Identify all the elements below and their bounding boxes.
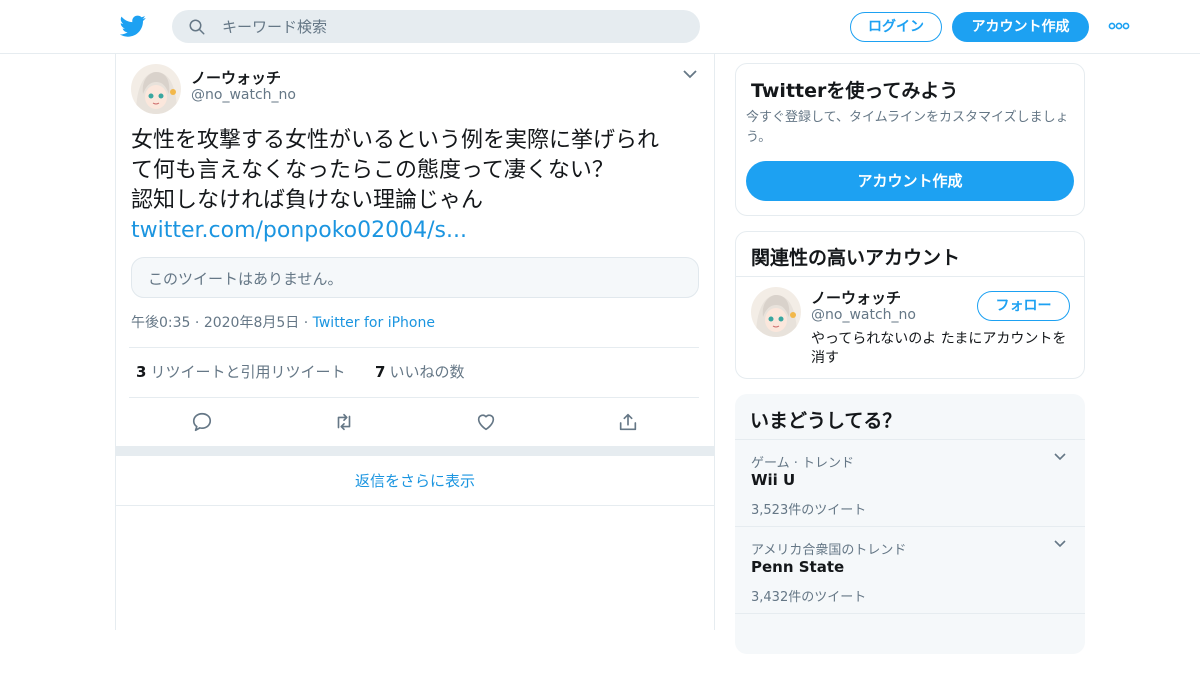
login-button[interactable]: ログイン [850, 12, 942, 42]
meta-separator: · [303, 315, 313, 331]
top-navigation-bar: ログイン アカウント作成 [0, 0, 1200, 54]
tweet-time[interactable]: 午後0:35 [131, 315, 190, 331]
divider [129, 347, 699, 348]
tweet-link[interactable]: twitter.com/ponpoko02004/s... [131, 218, 467, 243]
related-account-handle[interactable]: @no_watch_no [811, 307, 916, 323]
section-divider [116, 446, 714, 456]
related-account-bio: やってられないのよ たまにアカウントを消す [811, 331, 1067, 366]
related-accounts-card: 関連性の高いアカウント ノーウォッチ @no_watch_no フォロー やって… [735, 231, 1085, 379]
like-stat[interactable]: 7 いいねの数 [375, 363, 464, 381]
like-heart-icon[interactable] [475, 411, 497, 433]
tweet-text-line: 認知しなければ負けない理論じゃん [131, 188, 484, 213]
trend-item[interactable]: ゲーム · トレンド Wii U 3,523件のツイート [735, 439, 1085, 526]
meta-separator: · [194, 315, 204, 331]
author-handle[interactable]: @no_watch_no [191, 87, 296, 103]
signup-card-title: Twitterを使ってみよう [751, 80, 959, 102]
trend-tweet-count: 3,432件のツイート [751, 590, 867, 605]
search-bar[interactable] [172, 10, 700, 43]
more-options-icon[interactable] [1108, 20, 1130, 32]
trend-category: ゲーム · トレンド [751, 456, 855, 471]
tweet-text-line: て何も言えなくなったらこの態度って凄くない？ [131, 158, 614, 183]
search-input[interactable] [222, 10, 682, 43]
trends-card-title: いまどうしてる？ [750, 410, 902, 432]
signup-card-button[interactable]: アカウント作成 [746, 161, 1074, 201]
signup-card-description: 今すぐ登録して、タイムラインをカスタマイズしましょう。 [746, 110, 1069, 145]
chevron-down-icon[interactable] [682, 68, 698, 80]
trend-category: アメリカ合衆国のトレンド [751, 543, 907, 558]
divider [129, 397, 699, 398]
trend-item[interactable]: アメリカ合衆国のトレンド Penn State 3,432件のツイート [735, 526, 1085, 613]
author-avatar[interactable] [131, 64, 181, 114]
related-account-avatar[interactable] [751, 287, 801, 337]
search-icon [189, 19, 205, 35]
retweet-icon[interactable] [333, 411, 355, 433]
tweet-source-link[interactable]: Twitter for iPhone [313, 315, 435, 331]
show-more-replies-link[interactable]: 返信をさらに表示 [116, 456, 714, 506]
tweet-metadata: 午後0:35 · 2020年8月5日 · Twitter for iPhone [131, 312, 435, 332]
related-account-name[interactable]: ノーウォッチ [811, 287, 901, 308]
tweet-stats: 3 リツイートと引用リツイート 7 いいねの数 [136, 361, 464, 382]
related-card-title: 関連性の高いアカウント [751, 247, 961, 269]
quote-unavailable-text: このツイートはありません。 [148, 270, 343, 288]
reply-icon[interactable] [191, 411, 213, 433]
quoted-tweet-unavailable: このツイートはありません。 [131, 257, 699, 298]
share-icon[interactable] [617, 411, 639, 433]
tweet-text: 女性を攻撃する女性がいるという例を実際に挙げられ て何も言えなくなったらこの態度… [131, 126, 706, 216]
trends-card: いまどうしてる？ ゲーム · トレンド Wii U 3,523件のツイート アメ… [735, 394, 1085, 654]
chevron-down-icon[interactable] [1053, 539, 1067, 549]
trend-tweet-count: 3,523件のツイート [751, 503, 867, 518]
trend-name[interactable]: Penn State [751, 558, 844, 576]
tweet-text-line: 女性を攻撃する女性がいるという例を実際に挙げられ [131, 128, 660, 153]
author-name[interactable]: ノーウォッチ [191, 67, 281, 88]
retweet-count: 3 [136, 363, 147, 381]
chevron-down-icon[interactable] [1053, 452, 1067, 462]
trend-item[interactable] [735, 613, 1085, 700]
divider [736, 276, 1084, 277]
twitter-bird-icon[interactable] [120, 13, 146, 39]
tweet-date[interactable]: 2020年8月5日 [204, 315, 299, 331]
trend-name[interactable]: Wii U [751, 471, 795, 489]
tweet-detail-column: ノーウォッチ @no_watch_no 女性を攻撃する女性がいるという例を実際に… [115, 54, 715, 630]
like-stat-label: いいねの数 [389, 363, 465, 381]
follow-button[interactable]: フォロー [977, 291, 1070, 321]
like-count: 7 [375, 363, 386, 381]
signup-button[interactable]: アカウント作成 [952, 12, 1089, 42]
retweet-stat[interactable]: 3 リツイートと引用リツイート [136, 363, 345, 381]
signup-prompt-card: Twitterを使ってみよう 今すぐ登録して、タイムラインをカスタマイズしましょ… [735, 63, 1085, 216]
retweet-stat-label: リツイートと引用リツイート [150, 363, 346, 381]
